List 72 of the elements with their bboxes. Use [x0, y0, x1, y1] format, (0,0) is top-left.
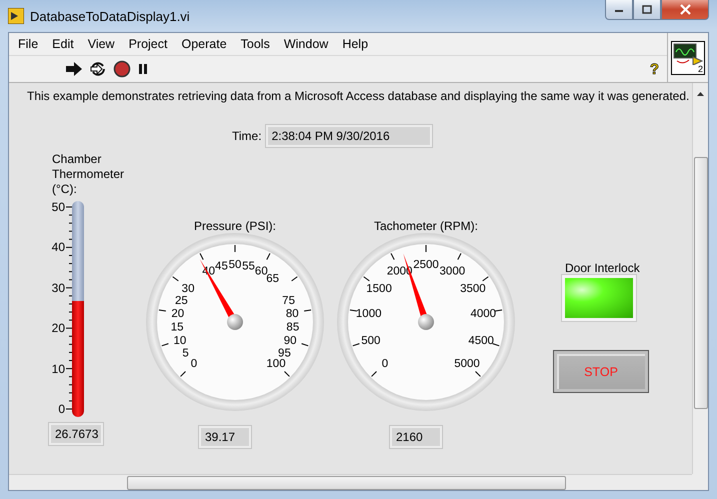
- scale-number: 95: [278, 347, 291, 360]
- menu-item[interactable]: File: [11, 37, 46, 51]
- time-indicator: 2:38:04 PM 9/30/2016: [266, 125, 432, 147]
- scale-number: 15: [170, 322, 184, 334]
- connector-number: 2: [698, 64, 703, 74]
- close-button[interactable]: [661, 0, 709, 20]
- scale-number: 50: [228, 259, 242, 271]
- scale-number: 60: [254, 265, 268, 278]
- numeric-indicator: 26.7673: [49, 423, 103, 445]
- menu-item[interactable]: Tools: [234, 37, 277, 51]
- maximize-icon: [642, 5, 652, 14]
- menu-item[interactable]: Operate: [174, 37, 234, 51]
- description-text: This example demonstrates retrieving data from a Microsoft Access database and displaying the same way it was generated.: [27, 89, 690, 103]
- numeric-indicator: 39.17: [199, 426, 251, 448]
- scale-number: 80: [286, 308, 299, 320]
- scale-number: 3000: [440, 265, 466, 278]
- scale-number: 10: [52, 362, 65, 376]
- minimize-button[interactable]: [605, 0, 633, 20]
- scale-number: 0: [382, 358, 388, 370]
- scale-number: 55: [242, 260, 255, 273]
- gauge-label: Tachometer (RPM):: [374, 219, 478, 233]
- scale-number: 25: [175, 294, 188, 307]
- scale-number: 2500: [413, 259, 439, 271]
- window-title: DatabaseToDataDisplay1.vi: [30, 8, 190, 24]
- scale-number: 30: [182, 282, 194, 295]
- needle-hub: [418, 314, 434, 330]
- scale-number: 100: [266, 358, 286, 370]
- scale-number: 85: [286, 322, 300, 334]
- vi-icon[interactable]: 2: [671, 40, 705, 74]
- scale-number: 50: [52, 200, 65, 214]
- scrollbar-thumb[interactable]: [694, 157, 708, 409]
- waveform-icon: [673, 42, 703, 64]
- scale-number: 0: [58, 402, 65, 416]
- scale-number: 5: [182, 347, 189, 360]
- horizontal-scrollbar[interactable]: [9, 474, 692, 490]
- scale-number: 30: [52, 280, 65, 295]
- gauge-label: Pressure (PSI):: [194, 219, 276, 233]
- scale-number: 75: [282, 294, 295, 307]
- scale-number: 4500: [468, 334, 494, 347]
- scale-number: 1500: [366, 282, 392, 295]
- menu-item[interactable]: View: [80, 37, 122, 51]
- menu-item[interactable]: Window: [276, 37, 336, 51]
- abort-icon[interactable]: [113, 60, 131, 78]
- scale-number: 20: [52, 321, 65, 336]
- vertical-scrollbar[interactable]: [692, 83, 708, 474]
- scale-number: 5000: [454, 358, 480, 370]
- needle-hub: [227, 314, 243, 330]
- thermometer-label: Chamber Thermometer (°C):: [52, 152, 126, 197]
- scale-number: 0: [190, 358, 198, 370]
- led-label: Door Interlock: [565, 261, 640, 275]
- maximize-button[interactable]: [633, 0, 661, 20]
- scale-number: 20: [171, 308, 184, 320]
- menu-item[interactable]: Edit: [45, 37, 81, 51]
- scale-number: 90: [284, 334, 297, 347]
- scrollbar-thumb[interactable]: [127, 476, 566, 490]
- app-icon: [8, 8, 24, 24]
- scale-number: 3500: [460, 282, 486, 295]
- run-continuously-icon[interactable]: [89, 61, 107, 77]
- time-label: Time:: [232, 129, 262, 143]
- scale-number: 500: [361, 334, 380, 347]
- scale-number: 10: [173, 334, 186, 347]
- scale-number: 40: [52, 240, 65, 254]
- pause-icon[interactable]: [137, 62, 149, 76]
- scale-number: 1000: [356, 308, 382, 320]
- scale-number: 45: [215, 260, 228, 273]
- scale-number: 65: [266, 272, 280, 285]
- numeric-indicator: 2160: [390, 426, 442, 448]
- menu-item[interactable]: Project: [122, 37, 174, 51]
- menu-item[interactable]: Help: [335, 37, 376, 51]
- run-arrow-icon[interactable]: [65, 61, 83, 77]
- close-icon: [680, 4, 690, 15]
- scale-number: 4000: [470, 308, 496, 320]
